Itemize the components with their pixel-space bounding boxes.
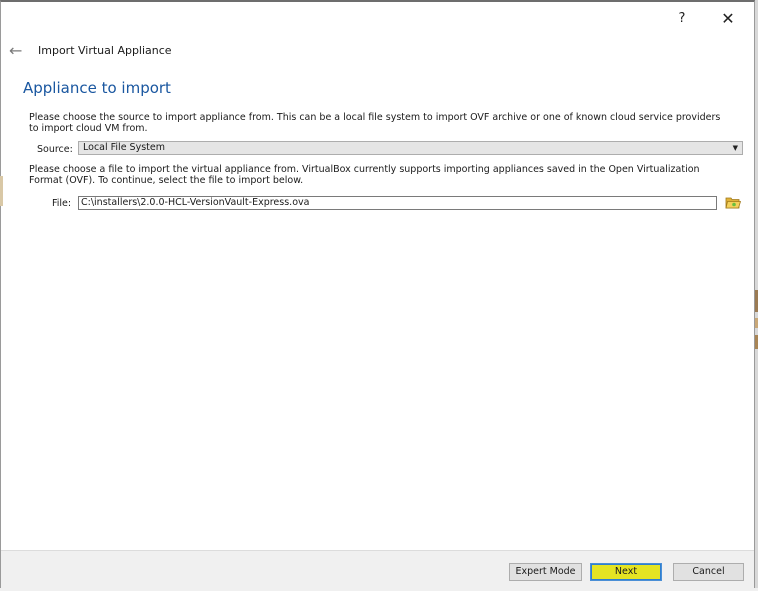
file-description: Please choose a file to import the virtu… [29,164,700,186]
file-label: File: [52,198,72,209]
source-selected-value: Local File System [83,142,165,153]
dialog-footer: Expert Mode Next Cancel [1,550,754,591]
next-button[interactable]: Next [590,563,662,581]
help-button[interactable]: ? [667,8,697,30]
source-description: Please choose the source to import appli… [29,112,721,134]
back-arrow-icon[interactable]: ← [9,42,29,60]
file-path-input[interactable]: C:\installers\2.0.0-HCL-VersionVault-Exp… [78,196,717,210]
source-select[interactable]: Local File System ▼ [78,141,743,155]
expert-mode-button[interactable]: Expert Mode [509,563,582,581]
folder-open-icon[interactable] [725,195,742,210]
dialog-title: Import Virtual Appliance [38,44,172,57]
import-appliance-dialog: ? ✕ ← Import Virtual Appliance Appliance… [0,0,755,591]
cancel-button[interactable]: Cancel [673,563,744,581]
close-button[interactable]: ✕ [713,8,743,30]
source-label: Source: [37,144,73,155]
dropdown-arrow-icon: ▼ [732,144,738,152]
page-heading: Appliance to import [23,79,171,97]
background-window-edge [0,176,3,206]
